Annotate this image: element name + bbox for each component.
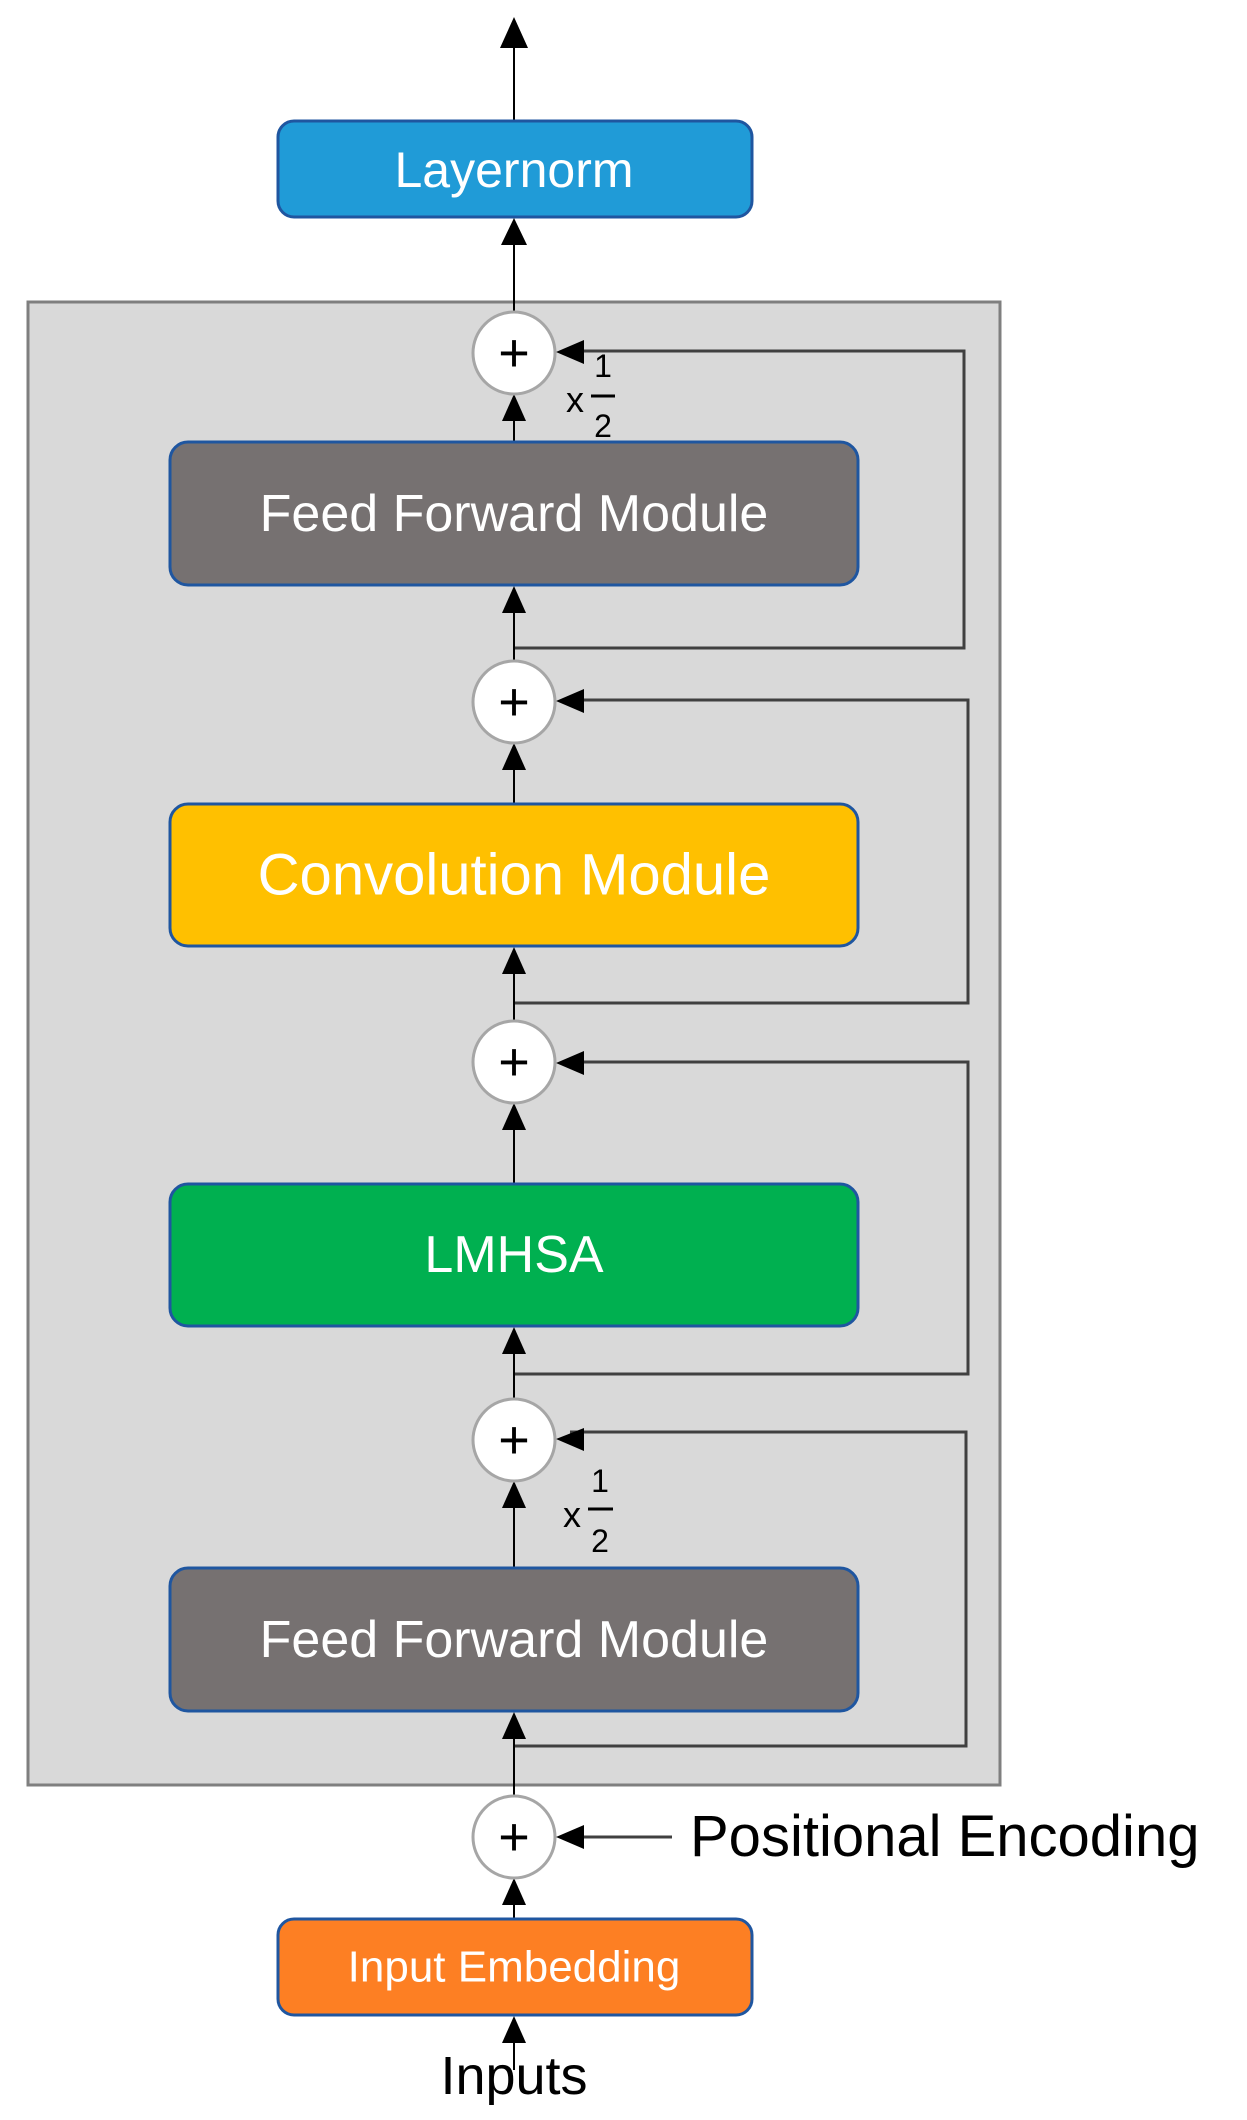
svg-text:1: 1: [591, 1463, 609, 1499]
svg-text:x: x: [566, 379, 584, 420]
input-embedding-label: Input Embedding: [348, 1943, 681, 1992]
feed-forward-module-bottom: Feed Forward Module: [168, 1566, 860, 1713]
convolution-module: Convolution Module: [168, 802, 860, 948]
arrow-to-layernorm: [501, 218, 527, 312]
svg-text:x: x: [563, 1494, 581, 1535]
plus-icon: +: [498, 1032, 530, 1092]
lmhsa-label: LMHSA: [424, 1226, 603, 1284]
lmhsa-module: LMHSA: [168, 1182, 860, 1328]
adder-1: +: [471, 310, 557, 396]
output-arrow: [500, 17, 528, 120]
feed-forward-module-top: Feed Forward Module: [168, 440, 860, 587]
positional-encoding: Positional Encoding: [556, 1804, 1199, 1869]
svg-text:1: 1: [594, 348, 612, 384]
svg-text:2: 2: [591, 1523, 609, 1559]
conformer-diagram: Layernorm + + + + + x 1 2 x 1 2 Feed For…: [26, 17, 1199, 2106]
plus-icon: +: [498, 1410, 530, 1470]
plus-icon: +: [498, 1807, 530, 1867]
layernorm-label: Layernorm: [395, 142, 634, 198]
svg-text:2: 2: [594, 408, 612, 444]
input-embedding: Input Embedding: [276, 1917, 754, 2017]
inputs-label: Inputs: [440, 2046, 587, 2106]
plus-icon: +: [498, 672, 530, 732]
adder-positional: +: [471, 1794, 557, 1880]
ffm-bottom-label: Feed Forward Module: [260, 1611, 769, 1669]
ffm-top-label: Feed Forward Module: [260, 485, 769, 543]
conv-label: Convolution Module: [258, 843, 771, 908]
positional-encoding-label: Positional Encoding: [690, 1804, 1199, 1869]
adder-2: +: [471, 659, 557, 745]
adder-4: +: [471, 1397, 557, 1483]
plus-icon: +: [498, 323, 530, 383]
adder-3: +: [471, 1019, 557, 1105]
layernorm-box: Layernorm: [276, 119, 754, 219]
